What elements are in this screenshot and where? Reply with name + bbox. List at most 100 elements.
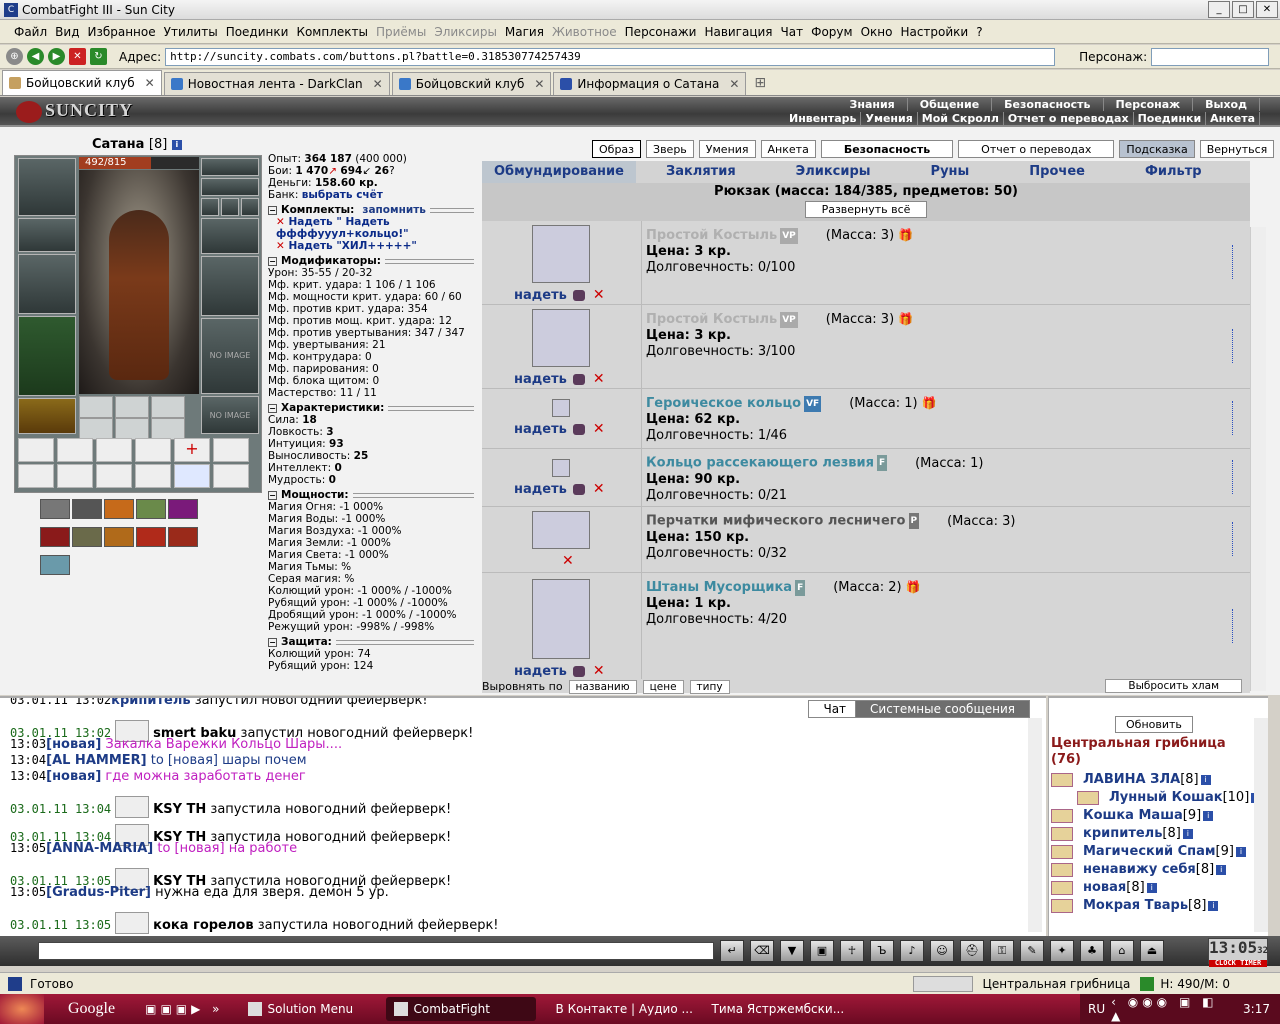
chat-timestamp[interactable]: 03.01.11 13:05	[10, 918, 111, 932]
user-name[interactable]: Кошка Маша	[1083, 808, 1183, 823]
discard-junk-button[interactable]: Выбросить хлам	[1105, 679, 1242, 693]
sort-button[interactable]: цене	[642, 680, 684, 694]
armor-slot[interactable]	[18, 316, 76, 396]
chat-nick[interactable]: [новая]	[46, 769, 101, 784]
home-icon[interactable]: ⌂	[1110, 940, 1134, 962]
scroll-slot[interactable]	[135, 464, 171, 488]
scroll-slot[interactable]	[57, 464, 93, 488]
chat-tab[interactable]: Системные сообщения	[855, 700, 1030, 718]
chat-timestamp[interactable]: 13:05	[10, 841, 46, 855]
buff-icon[interactable]	[72, 499, 102, 519]
top-link[interactable]: Общение	[908, 98, 993, 111]
item-picture[interactable]	[532, 511, 590, 549]
online-user[interactable]: крипитель[8] i	[1051, 826, 1251, 844]
delete-icon[interactable]: ✕	[593, 287, 605, 303]
equip-link[interactable]: надеть	[514, 664, 567, 679]
item-name[interactable]: Простой Костыль	[646, 228, 777, 243]
buff-icon[interactable]	[136, 499, 166, 519]
status-tools-icon[interactable]	[912, 975, 973, 992]
menu-item[interactable]: Животное	[552, 25, 617, 39]
start-button[interactable]	[0, 994, 44, 1024]
user-name[interactable]: новая	[1083, 880, 1126, 895]
scroll-slot[interactable]	[174, 464, 210, 488]
chat-nick[interactable]: кока горелов	[153, 918, 253, 933]
chat-nick[interactable]: [AL HAMMER]	[46, 753, 146, 768]
expand-arrow-icon[interactable]	[1232, 245, 1242, 279]
menu-item[interactable]: Магия	[505, 25, 544, 39]
menu-item[interactable]: Окно	[861, 25, 893, 39]
top-button[interactable]: Зверь	[646, 140, 694, 158]
sub-link[interactable]: Поединки	[1134, 112, 1207, 125]
browser-tab[interactable]: Новостная лента - DarkClan ✕	[163, 72, 390, 95]
info-icon[interactable]: i	[1200, 774, 1211, 785]
unpack-icon[interactable]	[572, 424, 585, 435]
ring2-slot[interactable]	[221, 198, 239, 216]
game-scrollbar[interactable]	[1250, 227, 1266, 691]
chat-nick[interactable]: крипитель	[111, 698, 190, 708]
sub-link[interactable]: Мой Скролл	[918, 112, 1004, 125]
expand-arrow-icon[interactable]	[1232, 522, 1242, 556]
bracers-slot[interactable]	[18, 218, 76, 252]
new-tab-button[interactable]: ⊞	[754, 75, 766, 91]
info-icon[interactable]: i	[1146, 882, 1157, 893]
equip-link[interactable]: надеть	[514, 288, 567, 303]
browser-tab[interactable]: Бойцовский клуб ✕	[2, 70, 162, 95]
item-picture[interactable]	[532, 225, 590, 283]
menu-item[interactable]: Настройки	[900, 25, 968, 39]
menu-item[interactable]: Файл	[14, 25, 47, 39]
menu-item[interactable]: Форум	[811, 25, 852, 39]
user-name[interactable]: ненавижу себя	[1083, 862, 1196, 877]
top-link[interactable]: Выход	[1193, 98, 1260, 111]
chat-timestamp[interactable]: 13:05	[10, 885, 46, 899]
buff-icon[interactable]	[40, 527, 70, 547]
equip-link[interactable]: надеть	[514, 422, 567, 437]
chat-nick[interactable]: [Gradus-Piter]	[46, 885, 151, 900]
gloves-slot[interactable]	[201, 218, 259, 254]
top-link[interactable]: Персонаж	[1104, 98, 1194, 111]
online-user[interactable]: Мокрая Тварь[8] i	[1051, 898, 1251, 916]
expand-arrow-icon[interactable]	[1232, 401, 1242, 435]
category-tab[interactable]: Эликсиры	[766, 161, 901, 183]
buff-icon[interactable]	[168, 499, 198, 519]
expand-all-button[interactable]: Развернуть всё	[804, 201, 928, 218]
rune-slot[interactable]	[79, 418, 113, 440]
buff-icon[interactable]	[72, 527, 102, 547]
delete-icon[interactable]: ✕	[562, 553, 574, 569]
scroll-slot[interactable]	[135, 438, 171, 462]
tab-close-icon[interactable]: ✕	[145, 76, 155, 90]
rune-slot[interactable]	[151, 396, 185, 418]
minimize-button[interactable]: _	[1208, 1, 1230, 18]
item-picture[interactable]	[552, 399, 570, 417]
top-link[interactable]: Безопасность	[992, 98, 1104, 111]
boots-slot[interactable]: NO IMAGE	[201, 396, 259, 434]
item-name[interactable]: Простой Костыль	[646, 312, 777, 327]
category-tab[interactable]: Фильтр	[1115, 161, 1232, 183]
item-picture[interactable]	[552, 459, 570, 477]
close-button[interactable]: ✕	[1256, 1, 1278, 18]
tab-close-icon[interactable]: ✕	[534, 77, 544, 91]
sort-button[interactable]: типу	[689, 680, 730, 694]
delete-icon[interactable]: ✕	[593, 663, 605, 679]
music-icon[interactable]: ♪	[900, 940, 924, 962]
address-input[interactable]: http://suncity.combats.com/buttons.pl?ba…	[165, 47, 1056, 66]
buff-icon[interactable]	[136, 527, 166, 547]
scroll-slot[interactable]	[96, 438, 132, 462]
exit-icon[interactable]: ⏏	[1140, 940, 1164, 962]
user-name[interactable]: крипитель	[1083, 826, 1162, 841]
scroll-icon[interactable]: ✎	[1020, 940, 1044, 962]
ring1-slot[interactable]	[201, 198, 219, 216]
scroll-slot[interactable]	[57, 438, 93, 462]
set1-link[interactable]: ✕ Надеть " Надеть ффффууул+кольцо!"	[268, 216, 478, 240]
remember-set-link[interactable]: запомнить	[362, 204, 426, 216]
info-icon[interactable]: i	[1203, 810, 1214, 821]
expand-arrow-icon[interactable]	[1232, 609, 1242, 643]
user-name[interactable]: Магический Спам	[1083, 844, 1216, 859]
offhand-slot[interactable]	[201, 256, 259, 316]
fighter-icon[interactable]: ☥	[840, 940, 864, 962]
scroll-slot[interactable]	[96, 464, 132, 488]
delete-icon[interactable]: ✕	[593, 371, 605, 387]
menu-item[interactable]: Избранное	[87, 25, 155, 39]
menu-item[interactable]: Утилиты	[164, 25, 218, 39]
delete-icon[interactable]: ✕	[593, 481, 605, 497]
shield-slot[interactable]: NO IMAGE	[201, 318, 259, 394]
